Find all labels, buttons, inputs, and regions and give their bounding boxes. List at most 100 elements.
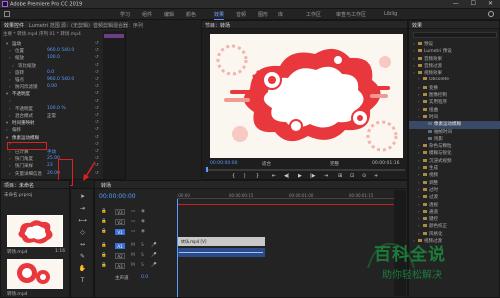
effect-folder[interactable]: › 调整 — [409, 180, 500, 187]
effect-property-value[interactable]: 手动 — [47, 149, 56, 155]
effect-folder[interactable]: › 过渡 — [409, 194, 500, 201]
reset-icon[interactable]: ↺ — [95, 41, 99, 46]
reset-icon[interactable]: ↺ — [95, 70, 99, 75]
video-preview[interactable] — [210, 34, 403, 158]
step-forward-button[interactable]: |▶ — [310, 173, 316, 179]
track-label[interactable]: V3 — [115, 209, 125, 215]
clip-thumbnail[interactable] — [7, 215, 63, 247]
effect-folder[interactable]: › 杂色与颗粒 — [409, 143, 500, 150]
extract-button[interactable]: ⊡ — [350, 173, 354, 179]
effect-folder[interactable]: › 透视 — [409, 202, 500, 209]
master-volume[interactable]: 0.0 — [141, 275, 148, 280]
timeline-timecode[interactable]: 00:00:00:00 — [99, 193, 136, 200]
effect-property-row[interactable]: ▾ 像素运动模糊 ↺ — [3, 135, 101, 142]
track-label[interactable]: A3 — [115, 263, 125, 269]
effect-folder[interactable]: › Obsolete — [409, 77, 500, 84]
ripple-edit-tool-icon[interactable]: ⟷ — [78, 217, 87, 225]
effect-property-row[interactable]: › 锚点 960.0 540.0 ↺ — [3, 77, 101, 84]
lock-icon[interactable]: 🔒 — [101, 229, 107, 234]
sequence-tab[interactable]: 转场 — [101, 182, 111, 189]
video-clip[interactable]: 转场.mp4 [V] — [177, 237, 265, 246]
expand-chevron-icon[interactable]: › — [9, 99, 15, 104]
eye-icon[interactable]: ◉ — [141, 229, 145, 234]
lock-icon[interactable]: 🔒 — [101, 209, 107, 214]
effect-folder[interactable]: › 图像控制 — [409, 92, 500, 99]
play-button[interactable]: ▶ — [298, 173, 302, 179]
marker-button[interactable]: | — [244, 173, 246, 179]
home-icon[interactable] — [4, 11, 10, 17]
window-controls[interactable]: — ☐ ✕ — [453, 0, 498, 7]
reset-icon[interactable]: ↺ — [95, 48, 99, 53]
workspace-tab[interactable]: 颜色 — [186, 11, 196, 18]
tab-lumetri-scopes[interactable]: Lumetri 范围 — [29, 22, 60, 29]
workspace-tab[interactable]: 组件 — [142, 11, 152, 18]
effect-item[interactable]: 残影 — [409, 136, 500, 143]
mark-out-button[interactable]: } — [256, 173, 259, 179]
effect-property-value[interactable]: 0.0 — [47, 70, 54, 75]
effect-folder[interactable]: › 扭曲 — [409, 107, 500, 114]
effect-property-row[interactable]: ▾ 运动 ↺ — [3, 41, 101, 48]
monitor-scrubber[interactable] — [206, 167, 405, 172]
effect-property-row[interactable]: ▾ 不透明度 ↺ — [3, 91, 101, 98]
effect-property-row[interactable]: › 不透明度 100.0 % ↺ — [3, 106, 101, 113]
effects-search-input[interactable] — [413, 32, 497, 38]
reset-icon[interactable]: ↺ — [95, 149, 99, 154]
lift-button[interactable]: ⊞ — [338, 173, 342, 179]
effect-property-value[interactable]: 960.0 540.0 — [47, 48, 74, 53]
fit-dropdown[interactable]: 适合 — [262, 161, 271, 167]
search-icon[interactable] — [488, 11, 494, 17]
reset-icon[interactable]: ↺ — [95, 63, 99, 68]
track-label[interactable]: V2 — [115, 219, 125, 225]
effect-folder[interactable]: › 模糊与锐化 — [409, 150, 500, 157]
reset-icon[interactable]: ↺ — [95, 142, 99, 147]
track-label[interactable]: V1 — [115, 229, 125, 235]
effect-item[interactable]: 像素运动模糊 — [409, 121, 500, 129]
effect-property-value[interactable]: 960.0 540.0 — [47, 77, 74, 82]
track-label[interactable]: A1 — [115, 243, 125, 249]
effect-property-row[interactable]: › 偏移 ↺ — [3, 127, 101, 134]
lock-icon[interactable]: 🔒 — [101, 253, 107, 258]
effect-property-row[interactable]: ▾ 时间重映射 ↺ — [3, 120, 101, 127]
audio-clip[interactable] — [177, 248, 265, 257]
hand-tool-icon[interactable]: ✋ — [78, 265, 87, 273]
effect-folder[interactable]: › 视频 — [409, 172, 500, 179]
effect-folder[interactable]: › 预设 — [409, 41, 500, 48]
effect-property-value[interactable]: 正常 — [47, 113, 56, 119]
lock-icon[interactable]: 🔒 — [101, 219, 107, 224]
tab-effect-controls[interactable]: 效果控件 — [4, 22, 24, 29]
track-select-tool-icon[interactable]: ⇥ — [78, 205, 87, 213]
effect-folder[interactable]: › 音频效果 — [409, 56, 500, 63]
reset-icon[interactable]: ↺ — [95, 120, 99, 125]
effect-folder[interactable]: › 沉浸式视频 — [409, 158, 500, 165]
effect-property-row[interactable]: › 已计算 手动 ↺ — [3, 149, 101, 156]
mute-icon[interactable]: M — [131, 253, 135, 258]
effect-folder[interactable]: › 视频效果 — [409, 70, 500, 77]
step-back-button[interactable]: ◀| — [284, 173, 290, 179]
mic-icon[interactable]: 🎤 — [151, 253, 157, 258]
effect-property-row[interactable]: › 防闪烁滤镜 0.00 ↺ — [3, 84, 101, 91]
eye-icon[interactable]: ◉ — [141, 219, 145, 224]
tab-audio-mixer[interactable]: 音频剪辑混合器：序列 — [93, 22, 143, 29]
export-frame-button[interactable]: ⊙ — [362, 173, 366, 179]
effect-folder[interactable]: › 时间 — [409, 114, 500, 121]
effect-property-row[interactable]: › 缩放 100.0 ↺ — [3, 55, 101, 62]
effect-folder[interactable]: › 生成 — [409, 165, 500, 172]
workspace-tab[interactable]: 库 — [278, 11, 283, 18]
selection-tool-icon[interactable]: ➤ — [78, 193, 87, 201]
mute-icon[interactable]: M — [131, 243, 135, 248]
workspace-tab[interactable]: Liblig — [384, 11, 397, 17]
sync-icon[interactable]: ▭ — [131, 229, 135, 234]
workspace-tab-active[interactable]: 效果 — [214, 11, 225, 20]
workspace-tab[interactable]: 学习 — [120, 11, 130, 18]
razor-tool-icon[interactable]: ◇ — [78, 229, 87, 237]
sync-icon[interactable]: ▭ — [131, 219, 135, 224]
lock-icon[interactable]: 🔒 — [101, 263, 107, 268]
playhead-timecode[interactable]: 00:00:00:00 — [210, 161, 237, 166]
effect-folder[interactable]: › 键控 — [409, 216, 500, 223]
reset-icon[interactable]: ↺ — [95, 106, 99, 111]
effect-folder[interactable]: › 音频过渡 — [409, 63, 500, 70]
pen-tool-icon[interactable]: ✎ — [78, 253, 87, 261]
effect-folder[interactable]: › Lumetri 预设 — [409, 48, 500, 55]
quality-dropdown[interactable]: 完整 — [330, 161, 339, 167]
effect-folder[interactable]: › 过时 — [409, 187, 500, 194]
